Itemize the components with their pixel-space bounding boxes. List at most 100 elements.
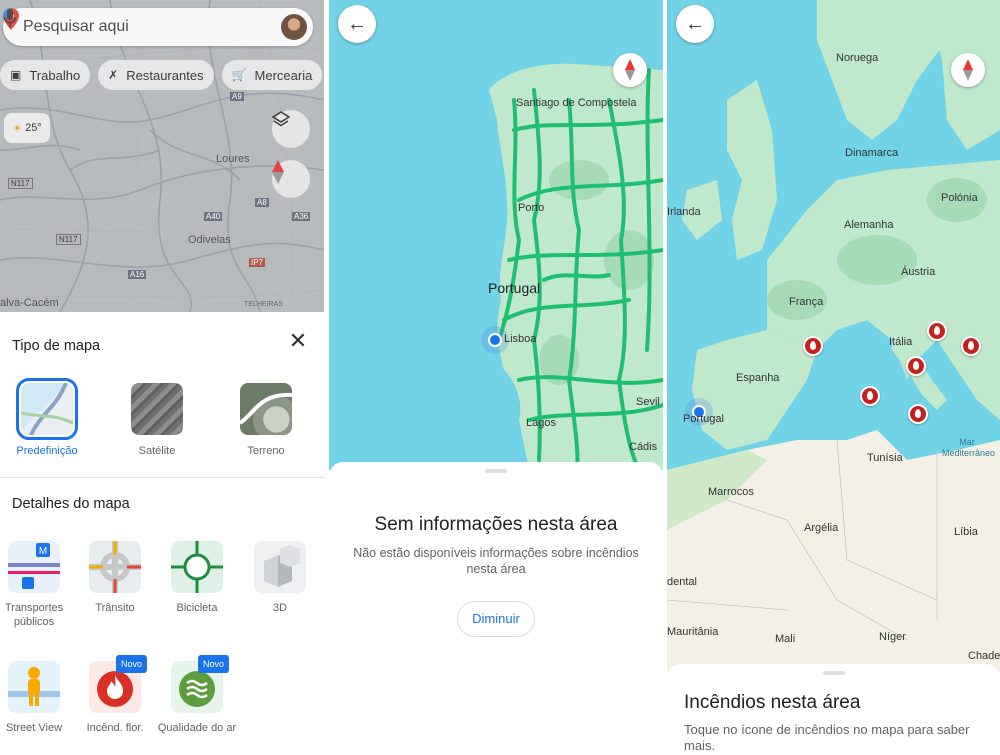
europe-fire-map-screen: ← Noruega Dinamarca Irlanda Polónia Alem… [667,0,1000,755]
detail-wildfires[interactable]: Novo Incênd. flor. [75,655,155,735]
country-label: Marrocos [708,486,754,498]
detail-street-view[interactable]: Street View [0,661,74,735]
map-view[interactable]: A9 Loures N117 A40 A8 A36 N117 Odivelas … [0,0,324,312]
map-type-sheet: Tipo de mapa ✕ Predefinição Satélite Ter… [0,313,324,755]
country-label: Itália [889,336,913,348]
road-label: A40 [204,212,223,221]
place-label: Odivelas [188,234,231,246]
map-details-title: Detalhes do mapa [12,496,130,512]
map-type-satellite[interactable]: Satélite [112,383,202,457]
chip-work[interactable]: ▣ Trabalho [0,60,91,90]
chip-grocery[interactable]: 🛒 Mercearia [221,60,323,90]
detail-bicycle[interactable]: Bicicleta [157,541,237,615]
map-type-terrain[interactable]: Terreno [221,383,311,457]
country-label: Irlanda [667,206,701,218]
drag-handle[interactable] [485,469,507,473]
country-label: Portugal [488,280,541,296]
fire-marker[interactable] [927,321,947,341]
terrain-road-icon [240,392,292,425]
country-label: Áustria [901,266,936,278]
europe-map [667,0,1000,672]
close-icon[interactable]: ✕ [288,330,308,352]
country-label: França [789,296,824,308]
detail-label: Qualidade do ar [157,722,237,734]
fire-marker[interactable] [803,336,823,356]
chip-restaurants[interactable]: ✗ Restaurantes [98,60,214,90]
fire-marker[interactable] [906,356,926,376]
road-label: A36 [292,212,311,221]
weather-chip[interactable]: ☀ 25° [4,113,50,143]
search-input[interactable]: Pesquisar aqui [23,18,271,36]
detail-air-quality[interactable]: Novo Qualidade do ar [157,655,237,735]
country-label: Líbia [954,526,978,538]
map-type-label: Predefinição [16,445,78,457]
country-label: dental [667,576,697,588]
avatar[interactable] [281,14,307,40]
map-view[interactable]: ← Santiago de Compostela Porto Portugal … [329,0,663,470]
portugal-fire-map-screen: ← Santiago de Compostela Porto Portugal … [329,0,663,755]
default-map-thumbnail [16,378,78,440]
info-sheet: Incêndios nesta área Toque no ícone de i… [667,664,1000,755]
compass-button[interactable] [613,53,647,87]
layers-icon [272,111,290,127]
city-label: Santiago de Compostela [516,97,637,109]
info-sheet: Sem informações nesta área Não estão dis… [329,462,663,755]
category-chips: ▣ Trabalho ✗ Restaurantes 🛒 Mercearia [0,60,323,90]
country-label: Mauritânia [667,626,719,638]
fire-marker[interactable] [908,404,928,424]
detail-label: 3D [272,602,288,614]
map-view[interactable]: ← Noruega Dinamarca Irlanda Polónia Alem… [667,0,1000,672]
transit-icon: M [8,543,60,589]
country-label: Tunísia [867,452,903,464]
city-label: Sevil [636,396,660,408]
compass-button[interactable] [951,53,985,87]
bicycle-thumbnail [171,541,223,593]
bicycle-icon [171,541,223,593]
country-label: Argélia [804,522,839,534]
map-layers-screen: A9 Loures N117 A40 A8 A36 N117 Odivelas … [0,0,324,755]
3d-thumbnail [254,541,306,593]
road-network [0,0,324,312]
country-label: Alemanha [844,219,894,231]
microphone-icon[interactable] [3,8,17,28]
divider [0,477,324,478]
back-arrow-icon: ← [685,12,705,35]
detail-label: Incênd. flor. [86,722,144,734]
country-label: Dinamarca [845,147,899,159]
detail-3d[interactable]: 3D [240,541,320,615]
layers-button[interactable] [272,110,310,148]
briefcase-icon: ▣ [10,68,22,82]
terrain-thumbnail [240,383,292,435]
city-label: Lagos [526,417,556,429]
map-type-label: Satélite [138,445,176,457]
new-badge: Novo [115,655,147,673]
drag-handle[interactable] [822,671,845,675]
detail-public-transport[interactable]: M Transportes públicos [0,541,74,629]
satellite-thumbnail [131,383,183,435]
country-label: Níger [879,631,906,643]
road-label: N117 [8,178,33,189]
zoom-out-button[interactable]: Diminuir [457,601,535,637]
fire-marker[interactable] [860,386,880,406]
map-type-title: Tipo de mapa [12,338,101,354]
sheet-title: Sem informações nesta área [374,514,618,535]
detail-traffic[interactable]: Trânsito [75,541,155,615]
compass-button[interactable] [272,160,310,198]
back-button[interactable]: ← [676,5,714,43]
chip-label: Trabalho [29,67,81,83]
city-label: Cádis [629,441,658,453]
search-bar[interactable]: Pesquisar aqui [3,8,313,46]
sheet-text: Não estão disponíveis informações sobre … [353,546,639,576]
detail-label: Transportes públicos [4,602,64,628]
sheet-text: Toque no ícone de incêndios no mapa para… [684,722,970,753]
detail-label: Street View [5,722,63,734]
back-button[interactable]: ← [338,5,376,43]
map-type-default[interactable]: Predefinição [2,378,92,457]
cart-icon: 🛒 [231,68,247,82]
air-quality-thumbnail: Novo [171,655,229,713]
transit-thumbnail: M [8,541,60,593]
road-icon [21,383,73,435]
city-label: Porto [518,202,545,214]
fire-marker[interactable] [961,336,981,356]
city-label: Lisboa [504,333,537,345]
